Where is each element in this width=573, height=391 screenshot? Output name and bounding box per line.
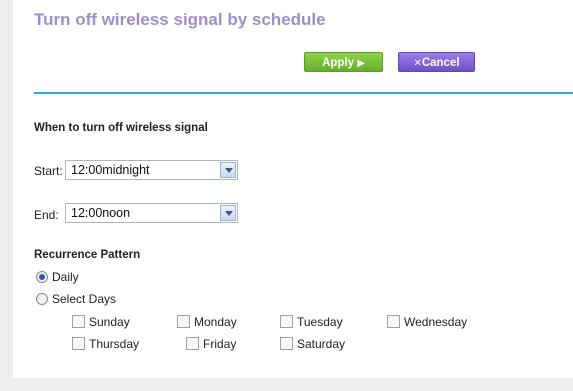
checkbox-wednesday[interactable] [387,315,400,328]
checkbox-sunday[interactable] [72,315,85,328]
day-thursday-label: Thursday [89,337,140,351]
day-tuesday[interactable]: Tuesday [280,315,343,329]
radio-daily-label: Daily [52,270,79,284]
apply-button[interactable]: Apply ▶ [304,52,383,72]
radio-select-days-control[interactable] [36,293,48,305]
day-friday-label: Friday [203,337,237,351]
cancel-button[interactable]: ✕Cancel [398,52,475,72]
day-monday-label: Monday [194,315,237,329]
day-sunday-label: Sunday [89,315,130,329]
checkbox-monday[interactable] [177,315,190,328]
radio-select-days-label: Select Days [52,292,117,306]
radio-daily[interactable]: Daily [36,270,79,284]
day-sunday[interactable]: Sunday [72,315,130,329]
day-friday[interactable]: Friday [186,337,236,351]
apply-button-label: Apply [322,57,355,69]
end-time-value: 12:00noon [71,206,131,220]
checkbox-thursday[interactable] [72,337,85,350]
day-monday[interactable]: Monday [177,315,237,329]
x-mark-icon: ✕ [413,58,422,69]
schedule-heading: When to turn off wireless signal [34,122,208,134]
start-time-select[interactable]: 12:00midnight [65,160,238,180]
day-tuesday-label: Tuesday [297,315,343,329]
day-thursday[interactable]: Thursday [72,337,139,351]
start-label: Start: [34,164,63,178]
radio-select-days[interactable]: Select Days [36,292,116,306]
day-saturday[interactable]: Saturday [280,337,345,351]
page-frame [0,0,573,391]
end-time-select[interactable]: 12:00noon [65,203,238,223]
page-title: Turn off wireless signal by schedule [34,10,326,29]
radio-daily-control[interactable] [36,271,48,283]
recurrence-heading: Recurrence Pattern [34,249,141,261]
checkbox-friday[interactable] [186,337,199,350]
checkbox-tuesday[interactable] [280,315,293,328]
day-saturday-label: Saturday [297,337,346,351]
start-time-value: 12:00midnight [71,163,150,177]
chevron-down-icon[interactable] [220,205,236,221]
section-divider [34,92,573,94]
cancel-button-label: Cancel [421,57,460,69]
day-wednesday-label: Wednesday [404,315,468,329]
chevron-down-icon[interactable] [220,162,236,178]
end-label: End: [34,208,59,222]
day-wednesday[interactable]: Wednesday [387,315,467,329]
checkbox-saturday[interactable] [280,337,293,350]
play-triangle-icon: ▶ [357,58,365,69]
